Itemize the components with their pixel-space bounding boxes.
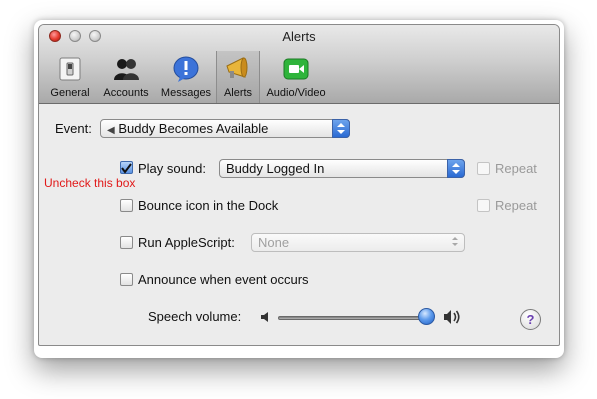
chevron-updown-icon [447,233,465,252]
annotation-text: Uncheck this box [44,176,136,190]
announce-checkbox[interactable] [120,273,133,286]
speech-volume-knob[interactable] [418,308,435,325]
tab-alerts[interactable]: Alerts [216,51,260,103]
event-label: Event: [55,121,92,136]
tab-accounts[interactable]: Accounts [97,51,155,103]
video-camera-icon [283,58,309,80]
event-popup[interactable]: ◀ Buddy Becomes Available [100,119,350,138]
tab-label: General [50,87,90,99]
toolbar: Alerts General Accounts Messages Alerts … [39,25,559,104]
volume-low-icon [261,312,268,322]
speech-volume-slider[interactable] [278,316,428,320]
announce-label: Announce when event occurs [138,272,309,287]
window-title: Alerts [282,29,316,44]
play-sound-checkbox[interactable] [120,161,133,174]
repeat-sound-label: Repeat [495,161,537,176]
megaphone-icon [226,57,248,78]
people-icon [114,59,139,80]
tab-audio-video[interactable]: Audio/Video [261,51,331,103]
event-popup-value: Buddy Becomes Available [118,121,269,136]
switch-icon [59,57,81,81]
chevron-updown-icon [447,159,465,178]
tab-label: Accounts [103,87,149,99]
applescript-popup-value: None [258,235,290,250]
speaker-small-icon: ◀ [107,125,115,136]
applescript-popup[interactable]: None [251,233,465,252]
sound-popup[interactable]: Buddy Logged In [219,159,465,178]
checkmark-icon [121,163,132,174]
tab-label: Audio/Video [266,87,326,99]
tab-general[interactable]: General [45,51,95,103]
speech-volume-label: Speech volume: [148,309,242,324]
speech-bubble-icon [173,56,199,82]
applescript-label: Run AppleScript: [138,235,235,250]
applescript-checkbox[interactable] [120,236,133,249]
repeat-bounce-checkbox[interactable] [477,199,490,212]
tab-messages[interactable]: Messages [157,51,215,103]
sound-popup-value: Buddy Logged In [226,161,325,176]
repeat-bounce-label: Repeat [495,198,537,213]
volume-high-icon [444,310,460,324]
tab-label: Messages [160,87,212,99]
help-button[interactable]: ? [520,309,541,330]
play-sound-label: Play sound: [138,161,206,176]
tab-label: Alerts [223,87,253,99]
chevron-updown-icon [332,119,350,138]
bounce-checkbox[interactable] [120,199,133,212]
repeat-sound-checkbox[interactable] [477,162,490,175]
bounce-label: Bounce icon in the Dock [138,198,279,213]
